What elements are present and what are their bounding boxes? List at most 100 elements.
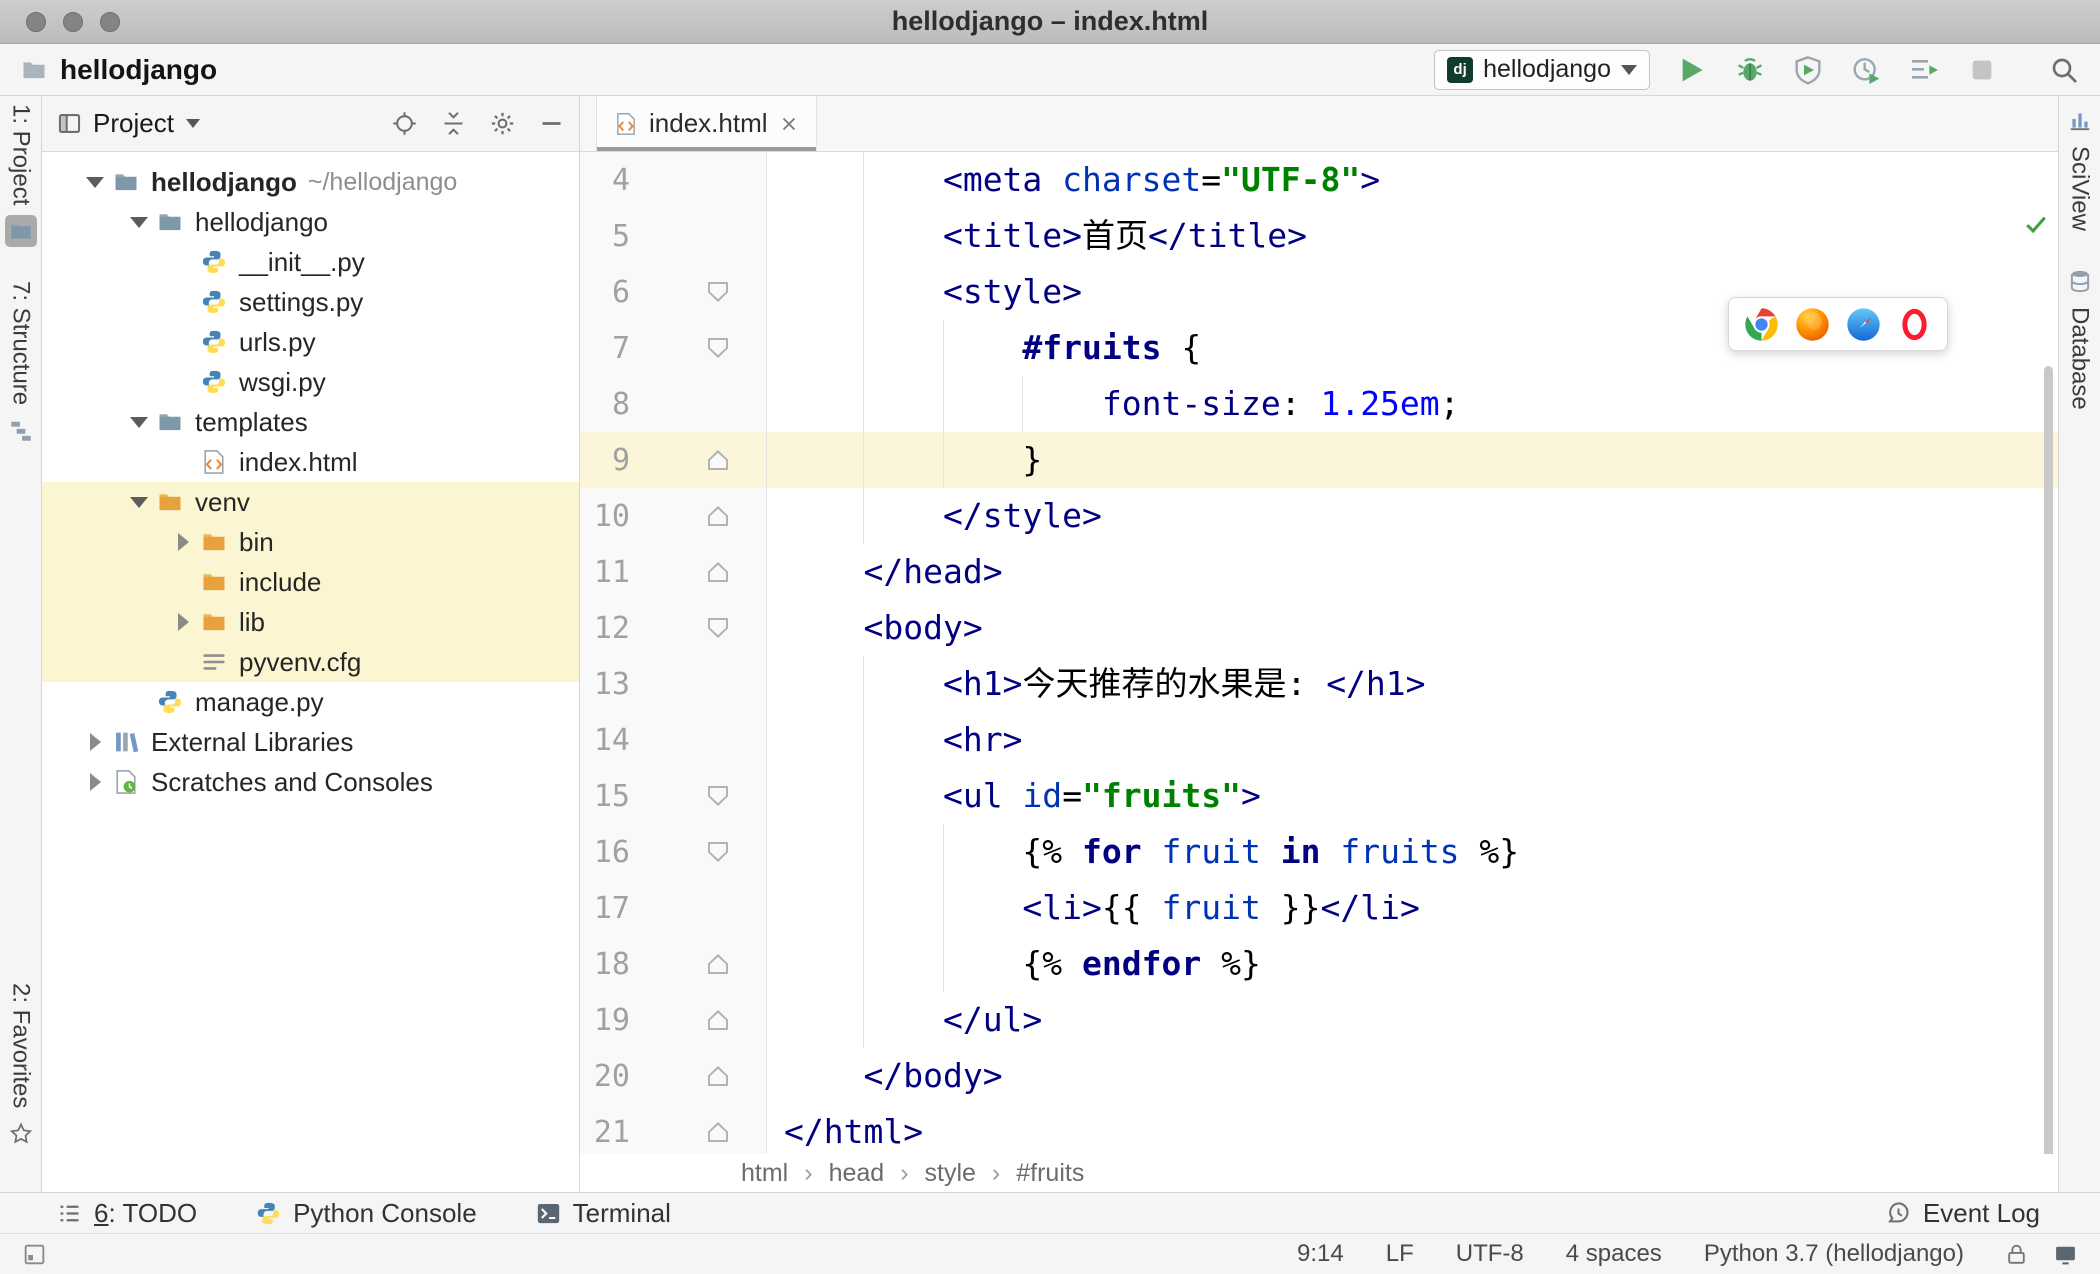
status-encoding[interactable]: UTF-8	[1456, 1240, 1524, 1268]
fold-area[interactable]	[630, 338, 766, 358]
code-editor[interactable]: 4 <meta charset="UTF-8"> 5 <title>首页</tit…	[580, 152, 2058, 1154]
collapse-all-button[interactable]	[440, 110, 467, 137]
tree-item-manage-py[interactable]: manage.py	[42, 682, 579, 722]
safari-icon[interactable]	[1845, 306, 1882, 343]
run-button[interactable]	[1676, 54, 1708, 86]
code-line-8[interactable]: 8 font-size: 1.25em;	[580, 376, 2058, 432]
tab-index-html[interactable]: index.html	[596, 96, 817, 151]
chrome-icon[interactable]	[1743, 306, 1780, 343]
tool-button-terminal[interactable]: Terminal	[535, 1198, 671, 1229]
tool-button-python-console[interactable]: Python Console	[255, 1198, 477, 1229]
tree-item-lib[interactable]: lib	[42, 602, 579, 642]
tree-item-include[interactable]: include	[42, 562, 579, 602]
zoom-window-button[interactable]	[100, 12, 120, 32]
breadcrumb-item-html[interactable]: html	[741, 1159, 788, 1188]
code-text[interactable]: <li>{{ fruit }}</li>	[767, 880, 2058, 936]
chevron-right-icon[interactable]	[166, 608, 200, 636]
project-panel-header[interactable]: Project	[42, 96, 579, 152]
code-text[interactable]: <title>首页</title>	[767, 208, 2058, 264]
code-text[interactable]: <hr>	[767, 712, 2058, 768]
fold-area[interactable]	[630, 282, 766, 302]
code-text[interactable]: <meta charset="UTF-8">	[767, 152, 2058, 208]
code-line-21[interactable]: 21 </html>	[580, 1104, 2058, 1154]
chevron-right-icon[interactable]	[166, 528, 200, 556]
status-indent[interactable]: 4 spaces	[1566, 1240, 1662, 1268]
tool-button-todo[interactable]: 6: TODO	[56, 1198, 197, 1229]
tree-item-external-libraries[interactable]: External Libraries	[42, 722, 579, 762]
fold-marker-icon[interactable]	[708, 1122, 728, 1142]
fold-marker-icon[interactable]	[708, 506, 728, 526]
fold-area[interactable]	[630, 1010, 766, 1030]
fold-marker-icon[interactable]	[708, 338, 728, 358]
screen-icon[interactable]	[2053, 1242, 2078, 1267]
code-text[interactable]: font-size: 1.25em;	[767, 376, 2058, 432]
tree-item-templates[interactable]: templates	[42, 402, 579, 442]
tool-button-project[interactable]: 1: Project	[4, 104, 37, 248]
fold-marker-icon[interactable]	[708, 562, 728, 582]
chevron-down-icon[interactable]	[122, 488, 156, 516]
code-line-9[interactable]: 9 }	[580, 432, 2058, 488]
tool-button-event-log[interactable]: Event Log	[1885, 1198, 2040, 1229]
code-line-10[interactable]: 10 </style>	[580, 488, 2058, 544]
fold-area[interactable]	[630, 786, 766, 806]
close-tab-icon[interactable]	[778, 113, 800, 135]
toolwindow-switcher-icon[interactable]	[22, 1242, 47, 1267]
fold-area[interactable]	[630, 1066, 766, 1086]
editor-scrollbar[interactable]	[2044, 366, 2053, 1154]
breadcrumb-item-head[interactable]: head	[829, 1159, 885, 1188]
code-line-14[interactable]: 14 <hr>	[580, 712, 2058, 768]
chevron-down-icon[interactable]	[122, 408, 156, 436]
tool-button-structure[interactable]: 7: Structure	[5, 281, 37, 447]
chevron-down-icon[interactable]	[122, 208, 156, 236]
code-line-4[interactable]: 4 <meta charset="UTF-8">	[580, 152, 2058, 208]
tool-button-database[interactable]: Database	[2064, 265, 2096, 410]
tree-item-hellodjango[interactable]: hellodjango ~/hellodjango	[42, 162, 579, 202]
status-cursor-position[interactable]: 9:14	[1297, 1240, 1344, 1268]
firefox-icon[interactable]	[1794, 306, 1831, 343]
chevron-right-icon[interactable]	[78, 728, 112, 756]
tree-item-wsgi-py[interactable]: wsgi.py	[42, 362, 579, 402]
fold-marker-icon[interactable]	[708, 1010, 728, 1030]
fold-marker-icon[interactable]	[708, 786, 728, 806]
code-text[interactable]: <ul id="fruits">	[767, 768, 2058, 824]
run-with-coverage-button[interactable]	[1792, 54, 1824, 86]
minimize-window-button[interactable]	[63, 12, 83, 32]
code-text[interactable]: {% endfor %}	[767, 936, 2058, 992]
fold-area[interactable]	[630, 842, 766, 862]
fold-marker-icon[interactable]	[708, 450, 728, 470]
fold-marker-icon[interactable]	[708, 1066, 728, 1086]
opera-icon[interactable]	[1896, 306, 1933, 343]
debug-button[interactable]	[1734, 54, 1766, 86]
close-window-button[interactable]	[26, 12, 46, 32]
profiler-button[interactable]	[1850, 54, 1882, 86]
code-text[interactable]: }	[767, 432, 2058, 488]
stop-button[interactable]	[1966, 54, 1998, 86]
tree-item-settings-py[interactable]: settings.py	[42, 282, 579, 322]
tool-button-sciview[interactable]: SciView	[2064, 104, 2096, 231]
code-line-20[interactable]: 20 </body>	[580, 1048, 2058, 1104]
run-configuration-selector[interactable]: dj hellodjango	[1434, 49, 1650, 90]
code-text[interactable]: <body>	[767, 600, 2058, 656]
status-interpreter[interactable]: Python 3.7 (hellodjango)	[1704, 1240, 1964, 1268]
inspection-ok-icon[interactable]	[2022, 210, 2050, 238]
lock-icon[interactable]	[2004, 1242, 2029, 1267]
status-line-separator[interactable]: LF	[1386, 1240, 1414, 1268]
settings-button[interactable]	[489, 110, 516, 137]
tree-item-index-html[interactable]: index.html	[42, 442, 579, 482]
code-text[interactable]: </body>	[767, 1048, 2058, 1104]
code-line-18[interactable]: 18 {% endfor %}	[580, 936, 2058, 992]
fold-area[interactable]	[630, 506, 766, 526]
breadcrumb-item-style[interactable]: style	[925, 1159, 976, 1188]
tree-item-venv[interactable]: venv	[42, 482, 579, 522]
breadcrumb-item-fruits[interactable]: #fruits	[1016, 1159, 1084, 1188]
tool-button-favorites[interactable]: 2: Favorites	[5, 983, 37, 1150]
tree-item-bin[interactable]: bin	[42, 522, 579, 562]
hide-panel-button[interactable]	[538, 110, 565, 137]
fold-marker-icon[interactable]	[708, 282, 728, 302]
tree-item-scratches-and-consoles[interactable]: Scratches and Consoles	[42, 762, 579, 802]
fold-area[interactable]	[630, 618, 766, 638]
fold-marker-icon[interactable]	[708, 954, 728, 974]
code-line-19[interactable]: 19 </ul>	[580, 992, 2058, 1048]
code-line-11[interactable]: 11 </head>	[580, 544, 2058, 600]
tree-item-urls-py[interactable]: urls.py	[42, 322, 579, 362]
